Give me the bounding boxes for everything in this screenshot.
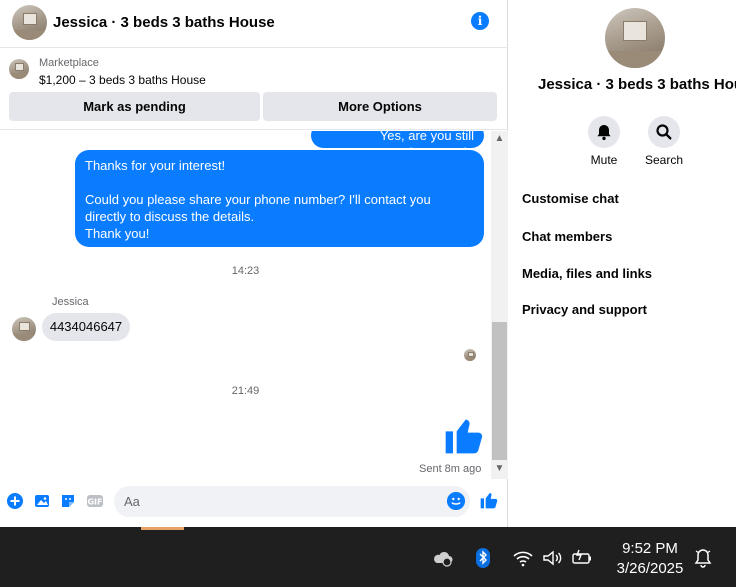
incoming-message[interactable]: 4434046647 [42, 313, 130, 341]
mute-button[interactable]: Mute [579, 116, 629, 167]
timestamp: 21:49 [231, 385, 260, 397]
sent-status: Sent 8m ago [419, 463, 482, 475]
message-input-placeholder: Aa [124, 494, 140, 509]
message-line: Thanks for your interest! [85, 158, 226, 173]
seen-indicator-avatar [464, 349, 476, 361]
scroll-down-arrow-icon[interactable]: ▼ [491, 461, 508, 477]
marketplace-label: Marketplace [39, 57, 99, 69]
svg-text:GIF: GIF [87, 498, 102, 507]
taskbar: 9:52 PM 3/26/2025 [0, 527, 736, 587]
listing-title[interactable]: $1,200 – 3 beds 3 baths House [39, 73, 206, 87]
volume-icon[interactable] [541, 547, 563, 569]
onedrive-sync-icon[interactable] [432, 547, 454, 569]
search-button[interactable]: Search [639, 116, 689, 167]
bell-icon [597, 125, 611, 141]
outgoing-message[interactable]: Yes, are you still interested? [311, 131, 484, 160]
menu-customise-chat[interactable]: Customise chat [522, 191, 619, 206]
chat-title[interactable]: Jessica · 3 beds 3 baths House [53, 14, 275, 31]
scroll-thumb[interactable] [492, 322, 507, 460]
menu-media-files-links[interactable]: Media, files and links [522, 266, 652, 281]
menu-privacy-support[interactable]: Privacy and support [522, 302, 647, 317]
chat-header: Jessica · 3 beds 3 baths House i [0, 0, 508, 48]
menu-chat-members[interactable]: Chat members [522, 229, 612, 244]
more-options-button[interactable]: More Options [263, 92, 497, 121]
active-app-indicator [141, 527, 184, 530]
gif-icon[interactable]: GIF [86, 492, 104, 510]
profile-name: Jessica · 3 beds 3 baths House [538, 76, 736, 93]
thumbs-up-icon[interactable] [442, 413, 486, 457]
sender-avatar[interactable] [12, 317, 36, 341]
bluetooth-icon[interactable] [472, 547, 494, 569]
photo-icon[interactable] [33, 492, 51, 510]
clock-time: 9:52 PM [622, 540, 678, 557]
contact-avatar[interactable] [12, 5, 47, 40]
like-send-icon[interactable] [479, 490, 499, 510]
emoji-icon[interactable] [447, 492, 465, 510]
listing-thumbnail[interactable] [9, 59, 29, 79]
composer: GIF Aa [0, 480, 508, 527]
mark-pending-button[interactable]: Mark as pending [9, 92, 260, 121]
message-line: Could you please share your phone number… [85, 192, 431, 224]
clock-date: 3/26/2025 [616, 560, 684, 577]
scroll-up-arrow-icon[interactable]: ▲ [491, 131, 508, 147]
sender-name: Jessica [52, 296, 89, 308]
chat-pane: Jessica · 3 beds 3 baths House i Marketp… [0, 0, 508, 527]
search-label: Search [644, 153, 684, 167]
chat-info-panel: Jessica · 3 beds 3 baths House Mute Sear… [509, 0, 736, 527]
message-input[interactable]: Aa [114, 486, 470, 517]
timestamp: 14:23 [231, 265, 260, 277]
message-list: Yes, are you still interested? Thanks fo… [0, 131, 491, 479]
system-clock[interactable]: 9:52 PM 3/26/2025 [610, 539, 690, 579]
plus-icon[interactable] [6, 492, 24, 510]
marketplace-banner: Marketplace $1,200 – 3 beds 3 baths Hous… [0, 48, 508, 130]
battery-charging-icon[interactable] [571, 547, 593, 569]
outgoing-message[interactable]: Thanks for your interest! Could you plea… [75, 150, 484, 247]
chat-scrollbar[interactable]: ▲ ▼ [491, 131, 508, 479]
notification-bell-icon[interactable] [692, 547, 714, 569]
message-line: Thank you! [85, 226, 150, 241]
search-icon [656, 124, 672, 140]
info-icon[interactable]: i [471, 12, 489, 30]
sticker-icon[interactable] [59, 492, 77, 510]
wifi-icon[interactable] [512, 547, 534, 569]
mute-label: Mute [590, 153, 618, 167]
profile-avatar[interactable] [605, 8, 665, 68]
